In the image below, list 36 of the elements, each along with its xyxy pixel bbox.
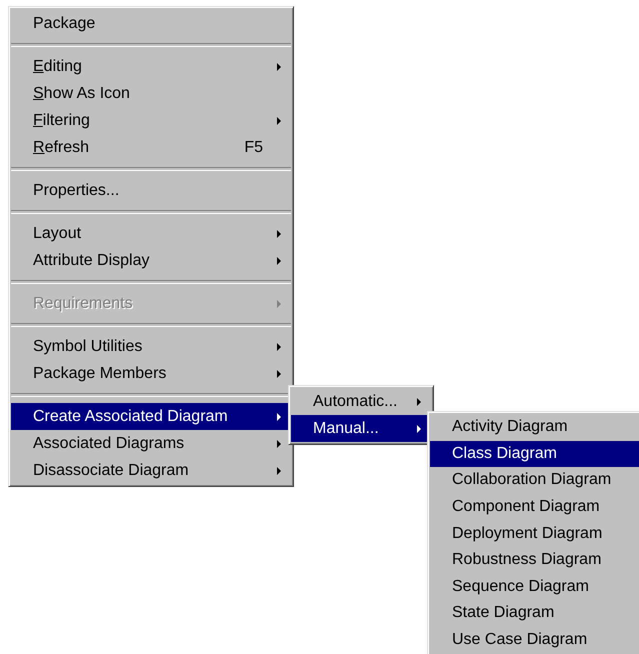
- menu-item[interactable]: Sequence Diagram: [430, 574, 639, 600]
- submenu-arrow-icon: [277, 342, 281, 350]
- menu-item[interactable]: Disassociate Diagram: [11, 457, 291, 484]
- menu-item[interactable]: Class Diagram: [430, 440, 639, 468]
- menu-item[interactable]: Robustness Diagram: [430, 546, 639, 574]
- menu-item[interactable]: Activity Diagram: [430, 414, 639, 441]
- menu-item[interactable]: Deployment Diagram: [430, 520, 639, 547]
- menu-item[interactable]: Package: [11, 10, 291, 37]
- menu-item[interactable]: Layout: [11, 220, 291, 247]
- menu-item[interactable]: Component Diagram: [430, 494, 639, 520]
- submenu-arrow-icon: [277, 62, 281, 70]
- submenu-arrow-icon: [277, 440, 281, 448]
- menu-item[interactable]: State Diagram: [430, 600, 639, 627]
- menu-item[interactable]: Symbol Utilities: [11, 333, 291, 360]
- menu-item[interactable]: Associated Diagrams: [11, 430, 291, 457]
- submenu-arrow-icon: [277, 230, 281, 238]
- menu-item[interactable]: Use Case Diagram: [430, 626, 639, 654]
- menu-item[interactable]: Attribute Display: [11, 247, 291, 274]
- menu-item[interactable]: Editing: [11, 53, 291, 80]
- menu-item[interactable]: Automatic...: [291, 388, 431, 415]
- submenu-arrow-icon: [277, 256, 281, 264]
- menu-item[interactable]: Properties...: [11, 177, 291, 204]
- shortcut-label: F5: [244, 138, 263, 156]
- submenu-arrow-icon: [417, 398, 421, 406]
- submenu-arrow-icon: [277, 412, 281, 420]
- submenu-arrow-icon: [277, 116, 281, 124]
- menu-item[interactable]: Filtering: [11, 107, 291, 134]
- submenu-arrow-icon: [277, 300, 281, 308]
- submenu-arrow-icon: [277, 466, 281, 474]
- menu-item[interactable]: Collaboration Diagram: [430, 467, 639, 494]
- submenu-arrow-icon: [277, 370, 281, 378]
- menu-item[interactable]: Show As Icon: [11, 80, 291, 107]
- menu-item[interactable]: Package Members: [11, 360, 291, 387]
- submenu-arrow-icon: [417, 424, 421, 432]
- menu-item[interactable]: Refresh F5: [11, 134, 291, 161]
- menu-item[interactable]: Create Associated Diagram: [11, 403, 291, 430]
